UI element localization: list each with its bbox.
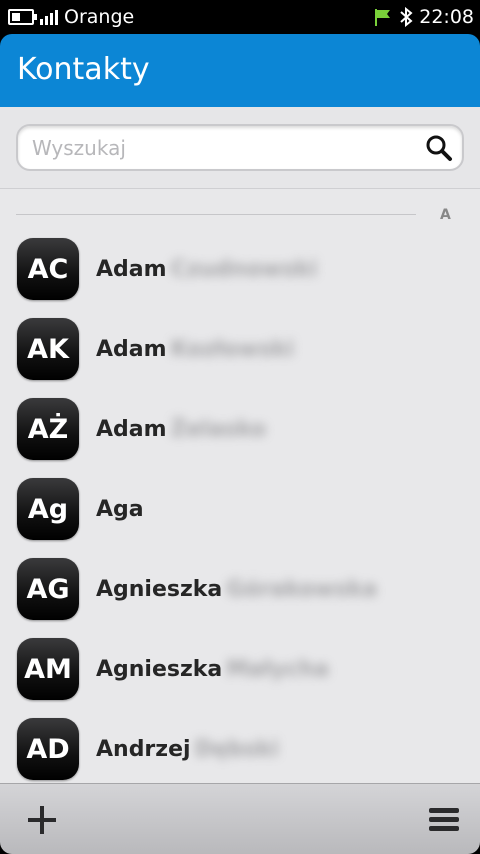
bottom-toolbar [0, 783, 480, 854]
app-header: Kontakty [0, 34, 480, 107]
plus-icon [28, 806, 56, 834]
contact-first-name: Aga [96, 497, 144, 522]
search-bar: Wyszukaj [0, 107, 480, 189]
contact-name: Agnieszka Małycha [96, 657, 329, 682]
contact-first-name: Andrzej [96, 737, 191, 762]
contact-name: Adam Czudnowski [96, 257, 317, 282]
contact-item[interactable]: AŻ Adam Żelasko [0, 389, 480, 469]
avatar: AC [17, 238, 79, 300]
contact-item[interactable]: Ag Aga [0, 469, 480, 549]
search-input[interactable]: Wyszukaj [16, 124, 464, 171]
status-left: Orange [8, 5, 134, 29]
contact-surname: Żelasko [170, 417, 267, 442]
menu-icon [429, 808, 459, 831]
signal-icon [40, 9, 58, 25]
avatar: AG [17, 558, 79, 620]
avatar: AM [17, 638, 79, 700]
avatar: AK [17, 318, 79, 380]
contact-surname: Górakowska [226, 577, 378, 602]
section-letter: A [440, 207, 451, 223]
contact-item[interactable]: AC Adam Czudnowski [0, 229, 480, 309]
status-bar: Orange 22:08 [0, 0, 480, 34]
contact-surname: Kozłowski [170, 337, 294, 362]
page-title: Kontakty [17, 52, 150, 87]
avatar: Ag [17, 478, 79, 540]
contact-first-name: Adam [96, 337, 167, 362]
contact-first-name: Agnieszka [96, 657, 223, 682]
contact-surname: Czudnowski [170, 257, 318, 282]
contact-item[interactable]: AM Agnieszka Małycha [0, 629, 480, 709]
contact-name: Adam Kozłowski [96, 337, 294, 362]
menu-button[interactable] [422, 798, 466, 842]
contact-surname: Dębski [194, 737, 279, 762]
contacts-view[interactable]: Wyszukaj A AC Adam Czudnowski AK Adam Ko… [0, 107, 480, 783]
battery-icon [8, 9, 37, 25]
bluetooth-icon [400, 7, 413, 27]
clock: 22:08 [419, 6, 474, 28]
search-icon[interactable] [424, 133, 454, 163]
contact-name: Aga [96, 497, 148, 522]
contact-item[interactable]: AK Adam Kozłowski [0, 309, 480, 389]
avatar: AD [17, 718, 79, 780]
contact-first-name: Adam [96, 257, 167, 282]
carrier-name: Orange [64, 6, 135, 28]
contact-item[interactable]: AD Andrzej Dębski [0, 709, 480, 783]
contact-name: Agnieszka Górakowska [96, 577, 377, 602]
contact-name: Andrzej Dębski [96, 737, 279, 762]
contact-first-name: Adam [96, 417, 167, 442]
status-right: 22:08 [373, 5, 474, 29]
contact-name: Adam Żelasko [96, 417, 266, 442]
contact-surname: Małycha [226, 657, 330, 682]
search-placeholder: Wyszukaj [32, 136, 126, 160]
section-divider [16, 214, 416, 215]
contact-item[interactable]: AG Agnieszka Górakowska [0, 549, 480, 629]
add-contact-button[interactable] [20, 798, 64, 842]
contact-first-name: Agnieszka [96, 577, 223, 602]
avatar: AŻ [17, 398, 79, 460]
contact-list: AC Adam Czudnowski AK Adam Kozłowski AŻ … [0, 229, 480, 783]
notification-flag-icon [375, 9, 391, 26]
